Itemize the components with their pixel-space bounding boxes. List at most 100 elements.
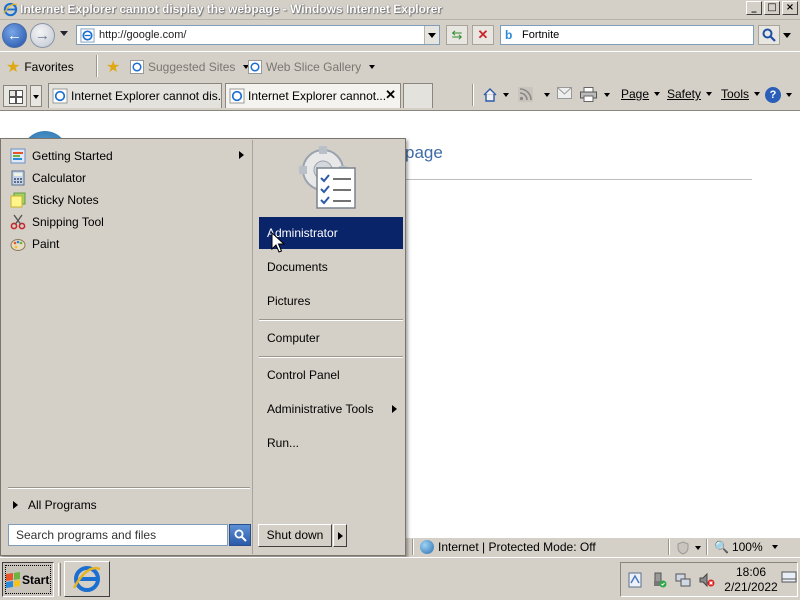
address-bar[interactable]: http://google.com/ (76, 25, 440, 45)
taskbar: Start 18:06 2/21/2022 (0, 557, 800, 600)
calculator-icon (11, 170, 25, 186)
security-zone[interactable]: Internet | Protected Mode: Off (420, 540, 596, 554)
minimize-button[interactable]: _ (746, 1, 762, 15)
page-menu-label: Page (621, 87, 650, 101)
back-button[interactable]: ← (2, 23, 27, 48)
quick-launch-grip (58, 563, 61, 596)
taskbar-internet-explorer[interactable] (64, 561, 110, 597)
page-icon (80, 28, 95, 43)
web-slice-gallery-link[interactable]: Web Slice Gallery (248, 60, 376, 74)
separator (668, 539, 670, 555)
all-programs-label: All Programs (28, 498, 97, 512)
place-run[interactable]: Run... (259, 427, 403, 459)
web-slice-gallery-label: Web Slice Gallery (266, 60, 362, 74)
place-administrative-tools[interactable]: Administrative Tools (259, 393, 403, 425)
suggested-sites-label: Suggested Sites (148, 60, 236, 74)
place-label: Administrative Tools (267, 402, 374, 416)
home-icon (483, 88, 497, 102)
start-search-input[interactable]: Search programs and files (8, 524, 228, 546)
page-heading: page (405, 143, 443, 162)
program-label: Getting Started (32, 149, 113, 163)
separator (412, 539, 414, 555)
chevron-right-icon (13, 501, 18, 509)
recent-pages-dropdown[interactable] (60, 31, 68, 36)
network-icon[interactable] (675, 572, 691, 588)
print-button[interactable] (580, 87, 610, 102)
add-to-favorites-bar-icon[interactable]: ★ (106, 57, 120, 77)
clock[interactable]: 18:06 2/21/2022 (721, 565, 781, 595)
forward-button[interactable]: → (30, 23, 55, 48)
new-tab-button[interactable] (403, 83, 433, 108)
help-button[interactable]: ? (765, 87, 792, 103)
chevron-down-icon (369, 65, 376, 69)
place-control-panel[interactable]: Control Panel (259, 359, 403, 391)
safety-menu-button[interactable]: Safety (667, 87, 713, 101)
getting-started-icon (10, 148, 26, 164)
separator (472, 84, 474, 106)
place-computer[interactable]: Computer (259, 322, 403, 354)
chevron-down-icon (604, 92, 610, 97)
favorites-button[interactable]: ★ Favorites (6, 56, 74, 78)
compatibility-refresh-button[interactable]: ⇆ (446, 25, 468, 45)
zoom-level: 100% (731, 540, 763, 554)
tab-bar: Internet Explorer cannot dis... Internet… (0, 80, 800, 110)
tab-2[interactable]: Internet Explorer cannot... ✕ (225, 83, 401, 108)
action-center-icon[interactable] (627, 572, 643, 588)
program-getting-started[interactable]: Getting Started (10, 146, 244, 166)
close-tab-icon[interactable]: ✕ (385, 87, 396, 103)
shutdown-options-button[interactable] (333, 524, 347, 547)
program-calculator[interactable]: Calculator (10, 168, 86, 188)
maximize-button[interactable]: □ (764, 1, 780, 15)
page-menu-button[interactable]: Page (621, 87, 661, 101)
place-pictures[interactable]: Pictures (259, 285, 403, 317)
start-button[interactable]: Start (2, 562, 54, 597)
search-value: Fortnite (522, 29, 560, 41)
home-button[interactable] (482, 87, 509, 103)
chevron-right-icon (392, 405, 397, 413)
zoom-level-button[interactable]: 🔍 100% (714, 540, 778, 554)
suggested-sites-link[interactable]: Suggested Sites (130, 60, 250, 74)
close-button[interactable]: × (782, 1, 798, 15)
shield-icon (677, 541, 689, 555)
notification-area: 18:06 2/21/2022 (620, 562, 798, 597)
separator (259, 319, 403, 321)
separator (259, 356, 403, 358)
safely-remove-hardware-icon[interactable] (651, 572, 667, 588)
tools-menu-button[interactable]: Tools (721, 87, 761, 101)
heading-rule (402, 179, 752, 180)
program-label: Sticky Notes (32, 193, 99, 207)
clock-time: 18:06 (735, 565, 767, 579)
shutdown-button[interactable]: Shut down (258, 524, 332, 547)
user-picture-icon (299, 146, 356, 209)
tab-1[interactable]: Internet Explorer cannot dis... (48, 83, 222, 108)
security-zone-label: Internet | Protected Mode: Off (438, 540, 596, 554)
volume-muted-icon[interactable] (699, 572, 715, 588)
all-programs-button[interactable]: All Programs (13, 498, 97, 512)
tab-label: Internet Explorer cannot... (248, 89, 387, 103)
program-snipping-tool[interactable]: Snipping Tool (10, 212, 104, 232)
chevron-down-icon (754, 92, 761, 96)
program-sticky-notes[interactable]: Sticky Notes (10, 190, 99, 210)
search-button[interactable] (758, 25, 780, 45)
quick-tabs-button[interactable] (3, 85, 27, 107)
feeds-button[interactable] (518, 87, 550, 102)
search-box[interactable]: b Fortnite (500, 25, 754, 45)
separator (96, 55, 98, 77)
place-documents[interactable]: Documents (259, 251, 403, 283)
program-paint[interactable]: Paint (10, 234, 59, 254)
program-label: Snipping Tool (32, 215, 104, 229)
address-value: http://google.com/ (99, 29, 187, 41)
protected-mode-settings-button[interactable] (676, 541, 701, 555)
start-search-button[interactable] (229, 524, 251, 546)
tab-list-dropdown[interactable] (30, 85, 42, 107)
scissors-icon (10, 214, 26, 230)
search-options-dropdown[interactable] (783, 33, 791, 38)
start-label: Start (22, 572, 50, 587)
show-desktop-icon[interactable] (781, 569, 797, 585)
stop-button[interactable]: ✕ (472, 25, 494, 45)
help-icon: ? (765, 87, 781, 103)
read-mail-button[interactable] (557, 87, 572, 99)
chevron-down-icon (544, 92, 550, 97)
address-dropdown-button[interactable] (424, 26, 439, 44)
program-label: Calculator (32, 171, 87, 185)
